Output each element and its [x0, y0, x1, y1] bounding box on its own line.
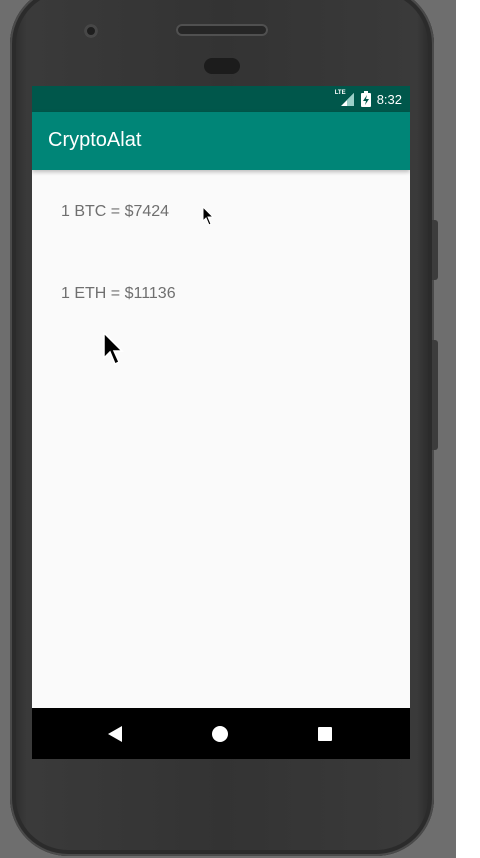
status-indicators: LTE 8:32: [335, 86, 402, 112]
navigation-bar: [32, 708, 410, 759]
back-button[interactable]: [103, 722, 127, 746]
page-margin: [456, 0, 480, 858]
status-bar: LTE 8:32: [32, 86, 410, 112]
eth-price-label: 1 ETH = $11136: [61, 285, 176, 302]
volume-button: [432, 340, 438, 450]
proximity-sensor: [204, 58, 240, 74]
network-type-label: LTE: [334, 90, 346, 96]
home-icon: [212, 726, 228, 742]
clock-time: 8:32: [376, 91, 402, 107]
power-button: [432, 220, 438, 280]
lte-signal-icon: LTE: [335, 90, 355, 106]
recents-icon: [318, 727, 332, 741]
front-camera: [84, 24, 98, 38]
btc-price-label: 1 BTC = $7424: [61, 203, 170, 220]
app-bar: CryptoAlat: [32, 112, 410, 170]
home-button[interactable]: [208, 722, 232, 746]
earpiece-speaker: [176, 24, 268, 36]
app-title: CryptoAlat: [48, 129, 142, 151]
battery-charging-icon: [360, 91, 371, 107]
recents-button[interactable]: [313, 722, 337, 746]
back-icon: [108, 726, 122, 742]
device-screen: LTE 8:32 CryptoAlat 1 BTC = $7424 1 ETH …: [32, 86, 410, 759]
